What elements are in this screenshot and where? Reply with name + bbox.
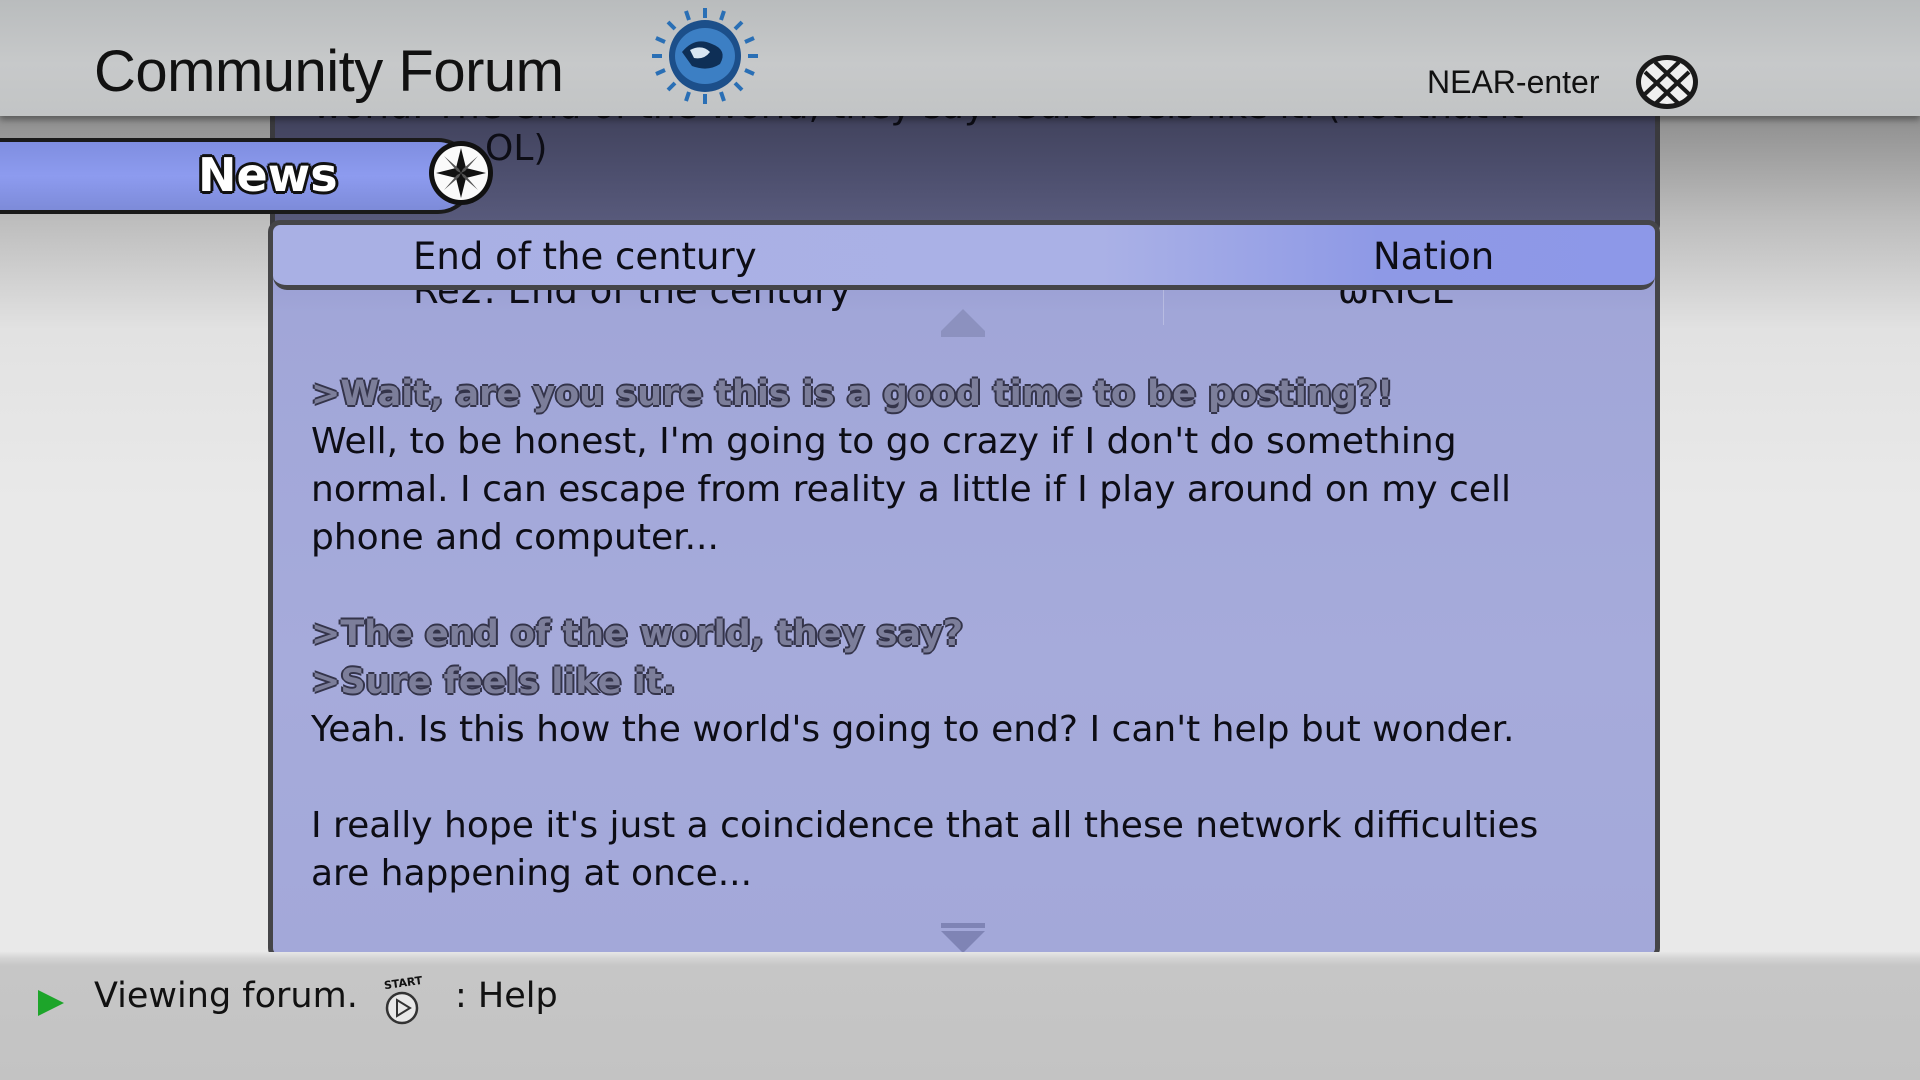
play-arrow-icon — [38, 990, 64, 1016]
post-line: Yeah. Is this how the world's going to e… — [311, 709, 1515, 750]
post-line — [311, 562, 1631, 610]
post-line: Well, to be honest, I'm going to go craz… — [311, 421, 1457, 462]
scroll-up-arrow-icon[interactable] — [941, 309, 985, 337]
post-line: normal. I can escape from reality a litt… — [311, 469, 1511, 510]
network-globe-icon[interactable] — [1633, 52, 1701, 112]
help-text: : Help — [455, 976, 558, 1016]
header-bar: Community Forum NEAR-enter — [0, 0, 1920, 116]
start-button-icon[interactable]: START — [380, 974, 430, 1026]
post-line: are happening at once... — [311, 853, 753, 894]
thread-header-row[interactable]: End of the century Nation — [273, 225, 1655, 290]
status-bar: Viewing forum. START : Help — [0, 952, 1920, 1080]
post-line: >Wait, are you sure this is a good time … — [311, 374, 1394, 414]
post-body: >Wait, are you sure this is a good time … — [311, 370, 1631, 898]
username-label: NEAR-enter — [1427, 64, 1600, 100]
page-title: Community Forum — [94, 39, 564, 104]
status-text: Viewing forum. — [94, 976, 358, 1016]
tab-news-label: News — [198, 148, 338, 202]
post-line: phone and computer... — [311, 517, 719, 558]
post-line: >The end of the world, they say? — [311, 614, 964, 654]
scroll-down-arrow-icon[interactable] — [941, 923, 985, 953]
globe-logo-icon — [652, 8, 758, 104]
thread-author: Nation — [1373, 235, 1495, 278]
post-line: I really hope it's just a coincidence th… — [311, 805, 1539, 846]
compass-icon — [429, 141, 493, 205]
start-button-label: START — [383, 974, 423, 992]
post-line: >Sure feels like it. — [311, 662, 676, 702]
thread-title: End of the century — [413, 235, 757, 278]
previous-post-line: OL) — [485, 128, 548, 169]
post-panel[interactable]: Re2: End of the century ωRICE End of the… — [268, 220, 1660, 960]
post-line — [311, 754, 1631, 802]
tab-news[interactable]: News — [0, 138, 474, 214]
